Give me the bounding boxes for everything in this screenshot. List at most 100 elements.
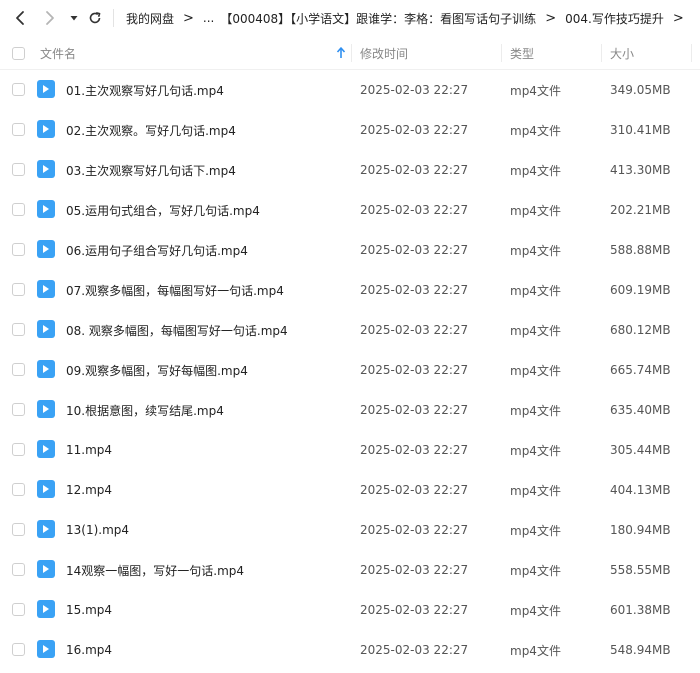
breadcrumb-separator: > bbox=[183, 10, 194, 26]
file-row[interactable]: 05.运用句式组合，写好几句话.mp4 2025-02-03 22:27 mp4文件… bbox=[0, 190, 700, 230]
file-name[interactable]: 07.观察多幅图，每幅图写好一句话.mp4 bbox=[66, 270, 284, 310]
file-type: mp4文件 bbox=[510, 283, 561, 298]
row-checkbox[interactable] bbox=[12, 203, 25, 216]
sort-ascending-icon[interactable] bbox=[336, 46, 346, 60]
file-modified-time: 2025-02-03 22:27 bbox=[360, 123, 469, 137]
file-modified-time: 2025-02-03 22:27 bbox=[360, 603, 469, 617]
file-type: mp4文件 bbox=[510, 243, 561, 258]
file-type: mp4文件 bbox=[510, 163, 561, 178]
file-modified-time: 2025-02-03 22:27 bbox=[360, 163, 469, 177]
row-checkbox[interactable] bbox=[12, 283, 25, 296]
file-row[interactable]: 08. 观察多幅图，每幅图写好一句话.mp4 2025-02-03 22:27 mp… bbox=[0, 310, 700, 350]
select-all-checkbox[interactable] bbox=[12, 47, 25, 60]
file-size: 635.40MB bbox=[610, 403, 671, 417]
file-type: mp4文件 bbox=[510, 603, 561, 618]
file-row[interactable]: 15.mp4 2025-02-03 22:27 mp4文件 601.38MB bbox=[0, 590, 700, 630]
file-name[interactable]: 08. 观察多幅图，每幅图写好一句话.mp4 bbox=[66, 310, 288, 350]
caret-down-icon bbox=[70, 16, 78, 21]
file-modified-time: 2025-02-03 22:27 bbox=[360, 483, 469, 497]
column-divider[interactable] bbox=[691, 44, 692, 62]
video-file-icon bbox=[37, 440, 55, 458]
row-checkbox[interactable] bbox=[12, 643, 25, 656]
file-modified-time: 2025-02-03 22:27 bbox=[360, 323, 469, 337]
file-row[interactable]: 16.mp4 2025-02-03 22:27 mp4文件 548.94MB bbox=[0, 630, 700, 670]
file-name[interactable]: 11.mp4 bbox=[66, 430, 112, 470]
file-modified-time: 2025-02-03 22:27 bbox=[360, 363, 469, 377]
file-size: 558.55MB bbox=[610, 563, 671, 577]
row-checkbox[interactable] bbox=[12, 83, 25, 96]
column-divider[interactable] bbox=[351, 44, 352, 62]
back-button[interactable] bbox=[10, 8, 30, 28]
video-file-icon bbox=[37, 400, 55, 418]
table-header: 文件名 修改时间 类型 大小 bbox=[0, 36, 700, 70]
file-name[interactable]: 15.mp4 bbox=[66, 590, 112, 630]
column-header-name[interactable]: 文件名 bbox=[40, 36, 76, 70]
history-dropdown-button[interactable] bbox=[64, 8, 84, 28]
file-size: 413.30MB bbox=[610, 163, 671, 177]
file-size: 202.21MB bbox=[610, 203, 671, 217]
file-size: 601.38MB bbox=[610, 603, 671, 617]
file-row[interactable]: 01.主次观察写好几句话.mp4 2025-02-03 22:27 mp4文件 349… bbox=[0, 70, 700, 110]
file-row[interactable]: 14观察一幅图，写好一句话.mp4 2025-02-03 22:27 mp4文件 55… bbox=[0, 550, 700, 590]
row-checkbox[interactable] bbox=[12, 323, 25, 336]
file-name[interactable]: 02.主次观察。写好几句话.mp4 bbox=[66, 110, 236, 150]
file-modified-time: 2025-02-03 22:27 bbox=[360, 203, 469, 217]
file-type: mp4文件 bbox=[510, 363, 561, 378]
video-file-icon bbox=[37, 320, 55, 338]
column-divider[interactable] bbox=[601, 44, 602, 62]
breadcrumb-ellipsis[interactable]: ... bbox=[203, 11, 214, 25]
file-name[interactable]: 03.主次观察写好几句话下.mp4 bbox=[66, 150, 236, 190]
file-name[interactable]: 16.mp4 bbox=[66, 630, 112, 670]
file-modified-time: 2025-02-03 22:27 bbox=[360, 523, 469, 537]
column-header-type[interactable]: 类型 bbox=[510, 36, 534, 70]
file-type: mp4文件 bbox=[510, 123, 561, 138]
row-checkbox[interactable] bbox=[12, 243, 25, 256]
row-checkbox[interactable] bbox=[12, 163, 25, 176]
file-type: mp4文件 bbox=[510, 643, 561, 658]
column-divider[interactable] bbox=[501, 44, 502, 62]
file-name[interactable]: 05.运用句式组合，写好几句话.mp4 bbox=[66, 190, 260, 230]
toolbar: 我的网盘 > ... 【000408】【小学语文】跟谁学：李格：看图写话句子训练… bbox=[0, 0, 700, 36]
file-size: 180.94MB bbox=[610, 523, 671, 537]
refresh-button[interactable] bbox=[85, 8, 105, 28]
row-checkbox[interactable] bbox=[12, 563, 25, 576]
video-file-icon bbox=[37, 240, 55, 258]
file-modified-time: 2025-02-03 22:27 bbox=[360, 563, 469, 577]
column-header-size[interactable]: 大小 bbox=[610, 36, 634, 70]
file-row[interactable]: 11.mp4 2025-02-03 22:27 mp4文件 305.44MB bbox=[0, 430, 700, 470]
file-row[interactable]: 09.观察多幅图，写好每幅图.mp4 2025-02-03 22:27 mp4文件 6… bbox=[0, 350, 700, 390]
file-row[interactable]: 07.观察多幅图，每幅图写好一句话.mp4 2025-02-03 22:27 mp4… bbox=[0, 270, 700, 310]
video-file-icon bbox=[37, 80, 55, 98]
file-row[interactable]: 13(1).mp4 2025-02-03 22:27 mp4文件 180.94MB bbox=[0, 510, 700, 550]
file-row[interactable]: 06.运用句子组合写好几句话.mp4 2025-02-03 22:27 mp4文件 5… bbox=[0, 230, 700, 270]
file-modified-time: 2025-02-03 22:27 bbox=[360, 443, 469, 457]
column-header-modified[interactable]: 修改时间 bbox=[360, 36, 408, 70]
file-name[interactable]: 12.mp4 bbox=[66, 470, 112, 510]
file-row[interactable]: 10.根据意图，续写结尾.mp4 2025-02-03 22:27 mp4文件 635… bbox=[0, 390, 700, 430]
file-name[interactable]: 09.观察多幅图，写好每幅图.mp4 bbox=[66, 350, 248, 390]
file-name[interactable]: 13(1).mp4 bbox=[66, 510, 129, 550]
video-file-icon bbox=[37, 640, 55, 658]
toolbar-divider bbox=[113, 9, 114, 27]
row-checkbox[interactable] bbox=[12, 603, 25, 616]
row-checkbox[interactable] bbox=[12, 523, 25, 536]
video-file-icon bbox=[37, 280, 55, 298]
row-checkbox[interactable] bbox=[12, 403, 25, 416]
breadcrumb-folder[interactable]: 【000408】【小学语文】跟谁学：李格：看图写话句子训练 bbox=[220, 10, 536, 27]
file-size: 588.88MB bbox=[610, 243, 671, 257]
file-row[interactable]: 12.mp4 2025-02-03 22:27 mp4文件 404.13MB bbox=[0, 470, 700, 510]
breadcrumb-current[interactable]: 004.写作技巧提升 bbox=[565, 10, 664, 27]
file-size: 404.13MB bbox=[610, 483, 671, 497]
file-name[interactable]: 06.运用句子组合写好几句话.mp4 bbox=[66, 230, 248, 270]
file-name[interactable]: 10.根据意图，续写结尾.mp4 bbox=[66, 390, 224, 430]
breadcrumb-root[interactable]: 我的网盘 bbox=[126, 10, 174, 27]
row-checkbox[interactable] bbox=[12, 443, 25, 456]
file-name[interactable]: 14观察一幅图，写好一句话.mp4 bbox=[66, 550, 244, 590]
forward-button[interactable] bbox=[40, 8, 60, 28]
file-row[interactable]: 02.主次观察。写好几句话.mp4 2025-02-03 22:27 mp4文件 31… bbox=[0, 110, 700, 150]
file-name[interactable]: 01.主次观察写好几句话.mp4 bbox=[66, 70, 224, 110]
row-checkbox[interactable] bbox=[12, 483, 25, 496]
file-row[interactable]: 03.主次观察写好几句话下.mp4 2025-02-03 22:27 mp4文件 41… bbox=[0, 150, 700, 190]
row-checkbox[interactable] bbox=[12, 123, 25, 136]
row-checkbox[interactable] bbox=[12, 363, 25, 376]
